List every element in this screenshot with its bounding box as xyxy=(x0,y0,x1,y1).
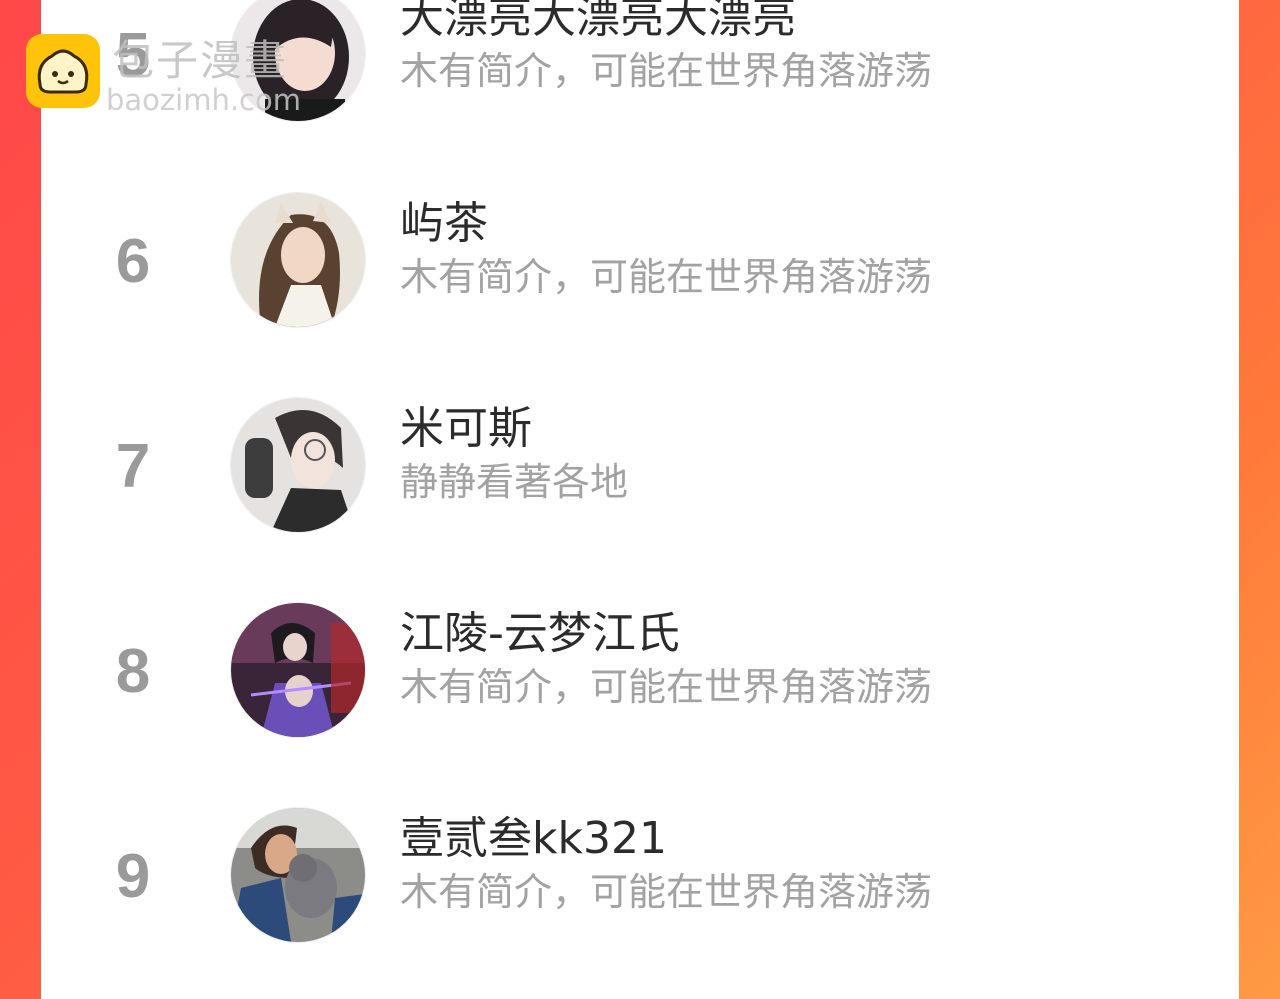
watermark-url: baozimh.com xyxy=(106,83,301,117)
user-name[interactable]: 大漂亮大漂亮大漂亮 xyxy=(400,0,796,46)
list-item[interactable]: 9 壹贰叁kk321 木有简介，可能在世界角落游荡 xyxy=(41,807,1239,957)
list-item[interactable]: 8 江陵-云梦江氏 木有简介，可能在世界角落游荡 xyxy=(41,602,1239,752)
avatar[interactable] xyxy=(230,397,366,533)
watermark-brand: 包子漫畫 xyxy=(112,36,289,85)
rank-number: 7 xyxy=(115,432,151,501)
avatar[interactable] xyxy=(230,602,366,738)
user-bio: 木有简介，可能在世界角落游荡 xyxy=(400,665,933,709)
user-name[interactable]: 屿茶 xyxy=(400,196,488,252)
user-name[interactable]: 壹贰叁kk321 xyxy=(400,811,667,867)
rank-number: 8 xyxy=(115,637,151,706)
list-item[interactable]: 6 屿茶 木有简介，可能在世界角落游荡 xyxy=(41,192,1239,342)
user-bio: 木有简介，可能在世界角落游荡 xyxy=(400,255,933,299)
ranking-panel: 5 大漂亮大漂亮大漂亮 木有简介，可能在世界角落游荡 6 屿茶 木有简介，可能在… xyxy=(41,0,1239,999)
user-bio: 木有简介，可能在世界角落游荡 xyxy=(400,49,933,93)
user-bio: 静静看著各地 xyxy=(400,460,629,504)
user-name[interactable]: 米可斯 xyxy=(400,401,532,457)
user-name[interactable]: 江陵-云梦江氏 xyxy=(400,606,680,662)
user-bio: 木有简介，可能在世界角落游荡 xyxy=(400,870,933,914)
watermark: 包子漫畫 baozimh.com xyxy=(26,34,326,118)
bun-face-icon xyxy=(26,34,100,108)
rank-number: 9 xyxy=(115,842,151,911)
rank-number: 6 xyxy=(115,227,151,296)
list-item[interactable]: 7 米可斯 静静看著各地 xyxy=(41,397,1239,547)
avatar[interactable] xyxy=(230,192,366,328)
avatar[interactable] xyxy=(230,807,366,943)
